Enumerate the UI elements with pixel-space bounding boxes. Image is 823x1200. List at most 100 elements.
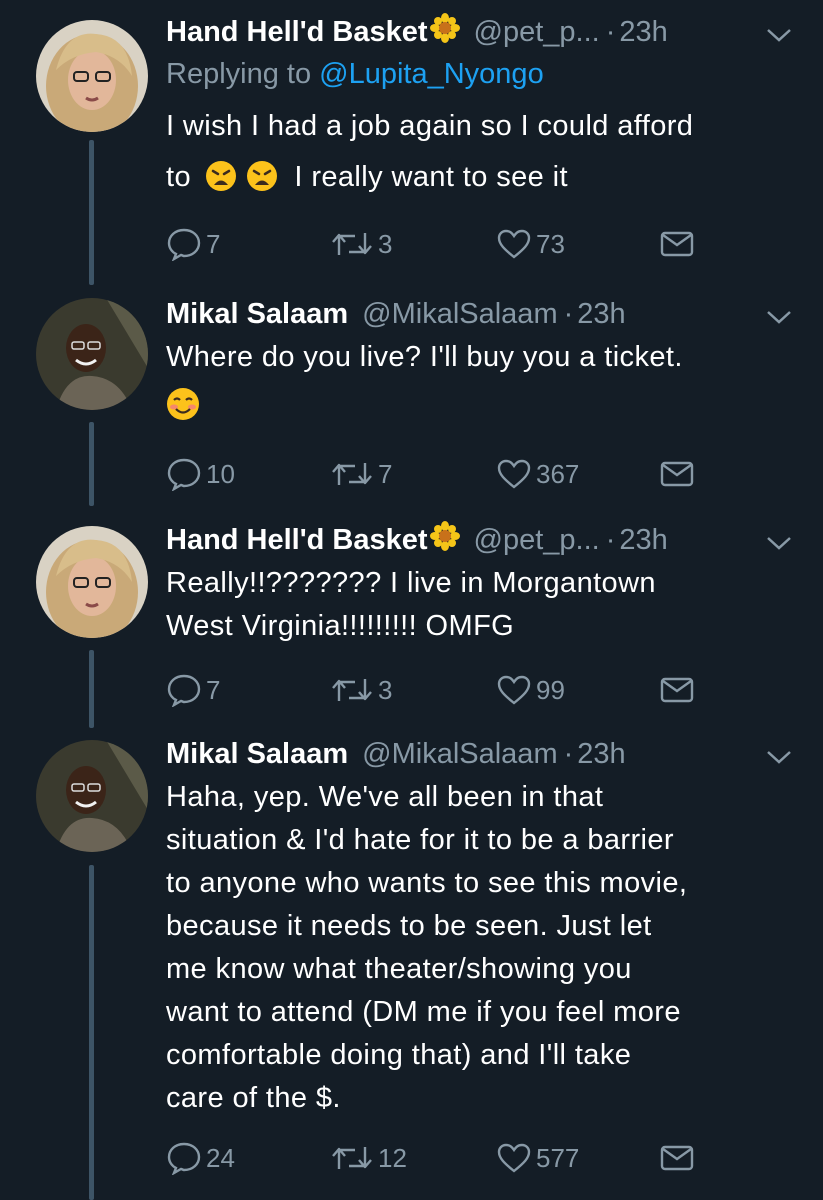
separator-dot: ·: [563, 737, 574, 770]
reply-icon: [167, 228, 201, 261]
like-button[interactable]: 577: [496, 1136, 579, 1180]
retweet-button[interactable]: 3: [330, 222, 392, 266]
direct-message-button[interactable]: [660, 668, 694, 712]
avatar[interactable]: [36, 20, 148, 132]
weary-face-emoji-icon: [205, 160, 237, 205]
user-handle[interactable]: @pet_p...: [474, 524, 600, 557]
avatar[interactable]: [36, 740, 148, 852]
tweet-line: Haha, yep. We've all been in that: [166, 781, 604, 813]
reply-count: 7: [206, 674, 221, 705]
reply-icon: [167, 1142, 201, 1175]
like-count: 99: [536, 674, 565, 705]
smiling-face-emoji-icon: [166, 387, 200, 434]
tweet-3[interactable]: Hand Hell'd Basket @pet_p... · 23h Reall…: [0, 510, 823, 730]
chevron-down-icon[interactable]: [765, 302, 793, 335]
tweet-line: [166, 385, 806, 434]
like-button[interactable]: 73: [496, 222, 565, 266]
like-button[interactable]: 367: [496, 452, 579, 496]
tweet-header: Mikal Salaam @MikalSalaam · 23h: [166, 294, 793, 334]
tweet-line: Where do you live? I'll buy you a ticket…: [166, 341, 683, 373]
tweet-line: West Virginia!!!!!!!!! OMFG: [166, 610, 515, 642]
tweet-1[interactable]: Hand Hell'd Basket @pet_p... · 23h Reply…: [0, 0, 823, 290]
envelope-icon: [660, 1145, 694, 1171]
reply-button[interactable]: 7: [166, 222, 220, 266]
retweet-count: 12: [378, 1142, 407, 1173]
direct-message-button[interactable]: [660, 222, 694, 266]
chevron-down-icon[interactable]: [765, 742, 793, 775]
reply-icon: [167, 458, 201, 491]
separator-dot: ·: [605, 523, 616, 556]
tweet-header: Hand Hell'd Basket @pet_p... · 23h: [166, 520, 793, 560]
replying-prefix: Replying to: [166, 58, 320, 90]
like-count: 367: [536, 458, 580, 489]
retweet-button[interactable]: 12: [330, 1136, 407, 1180]
like-button[interactable]: 99: [496, 668, 565, 712]
tweet-line: comfortable doing that) and I'll take: [166, 1039, 632, 1071]
chevron-down-icon[interactable]: [765, 20, 793, 53]
direct-message-button[interactable]: [660, 1136, 694, 1180]
tweet-text: Haha, yep. We've all been in that situat…: [166, 776, 806, 1120]
like-count: 73: [536, 228, 565, 259]
tweet-line: want to attend (DM me if you feel more: [166, 996, 681, 1028]
retweet-count: 3: [378, 228, 393, 259]
sunflower-emoji-icon: [429, 521, 460, 559]
separator-dot: ·: [605, 15, 616, 48]
heart-icon: [497, 459, 531, 489]
like-count: 577: [536, 1142, 580, 1173]
user-handle[interactable]: @MikalSalaam: [362, 298, 557, 331]
tweet-4[interactable]: Mikal Salaam @MikalSalaam · 23h Haha, ye…: [0, 730, 823, 1200]
envelope-icon: [660, 677, 694, 703]
separator-dot: ·: [563, 297, 574, 330]
direct-message-button[interactable]: [660, 452, 694, 496]
display-name[interactable]: Mikal Salaam: [166, 738, 348, 771]
weary-face-emoji-icon: [246, 160, 278, 205]
retweet-icon: [332, 679, 372, 701]
reply-icon: [167, 674, 201, 707]
reply-count: 24: [206, 1142, 235, 1173]
reply-count: 7: [206, 228, 221, 259]
display-name[interactable]: Hand Hell'd Basket: [166, 524, 428, 557]
tweet-text: I wish I had a job again so I could affo…: [166, 105, 806, 205]
tweet-line: situation & I'd hate for it to be a barr…: [166, 824, 674, 856]
tweet-line: to anyone who wants to see this movie,: [166, 867, 688, 899]
tweet-text: Where do you live? I'll buy you a ticket…: [166, 336, 806, 434]
tweet-line: care of the $.: [166, 1082, 341, 1114]
tweet-actions: 7 3 99: [166, 668, 706, 712]
mention-link[interactable]: @Lupita_Nyongo: [319, 58, 544, 90]
timestamp[interactable]: 23h: [619, 524, 667, 557]
chevron-down-icon[interactable]: [765, 528, 793, 561]
envelope-icon: [660, 231, 694, 257]
user-handle[interactable]: @MikalSalaam: [362, 738, 557, 771]
retweet-icon: [332, 463, 372, 485]
reply-button[interactable]: 10: [166, 452, 235, 496]
sunflower-emoji-icon: [429, 13, 460, 51]
retweet-count: 7: [378, 458, 393, 489]
reply-button[interactable]: 7: [166, 668, 220, 712]
retweet-button[interactable]: 3: [330, 668, 392, 712]
user-handle[interactable]: @pet_p...: [474, 16, 600, 49]
envelope-icon: [660, 461, 694, 487]
tweet-line: I wish I had a job again so I could affo…: [166, 110, 694, 142]
reply-button[interactable]: 24: [166, 1136, 235, 1180]
heart-icon: [497, 1143, 531, 1173]
tweet-line: me know what theater/showing you: [166, 953, 632, 985]
timestamp[interactable]: 23h: [577, 738, 625, 771]
display-name[interactable]: Hand Hell'd Basket: [166, 16, 428, 49]
tweet-actions: 7 3 73: [166, 222, 706, 266]
tweet-2[interactable]: Mikal Salaam @MikalSalaam · 23h Where do…: [0, 290, 823, 510]
retweet-count: 3: [378, 674, 393, 705]
tweet-line: because it needs to be seen. Just let: [166, 910, 652, 942]
retweet-icon: [332, 233, 372, 255]
thread-line: [89, 650, 94, 728]
thread-line: [89, 865, 94, 1200]
retweet-button[interactable]: 7: [330, 452, 392, 496]
avatar[interactable]: [36, 526, 148, 638]
tweet-header: Hand Hell'd Basket @pet_p... · 23h: [166, 12, 793, 52]
timestamp[interactable]: 23h: [577, 298, 625, 331]
avatar[interactable]: [36, 298, 148, 410]
timestamp[interactable]: 23h: [619, 16, 667, 49]
display-name[interactable]: Mikal Salaam: [166, 298, 348, 331]
replying-to: Replying to @Lupita_Nyongo: [166, 58, 544, 91]
thread-line: [89, 140, 94, 285]
retweet-icon: [332, 1147, 372, 1169]
